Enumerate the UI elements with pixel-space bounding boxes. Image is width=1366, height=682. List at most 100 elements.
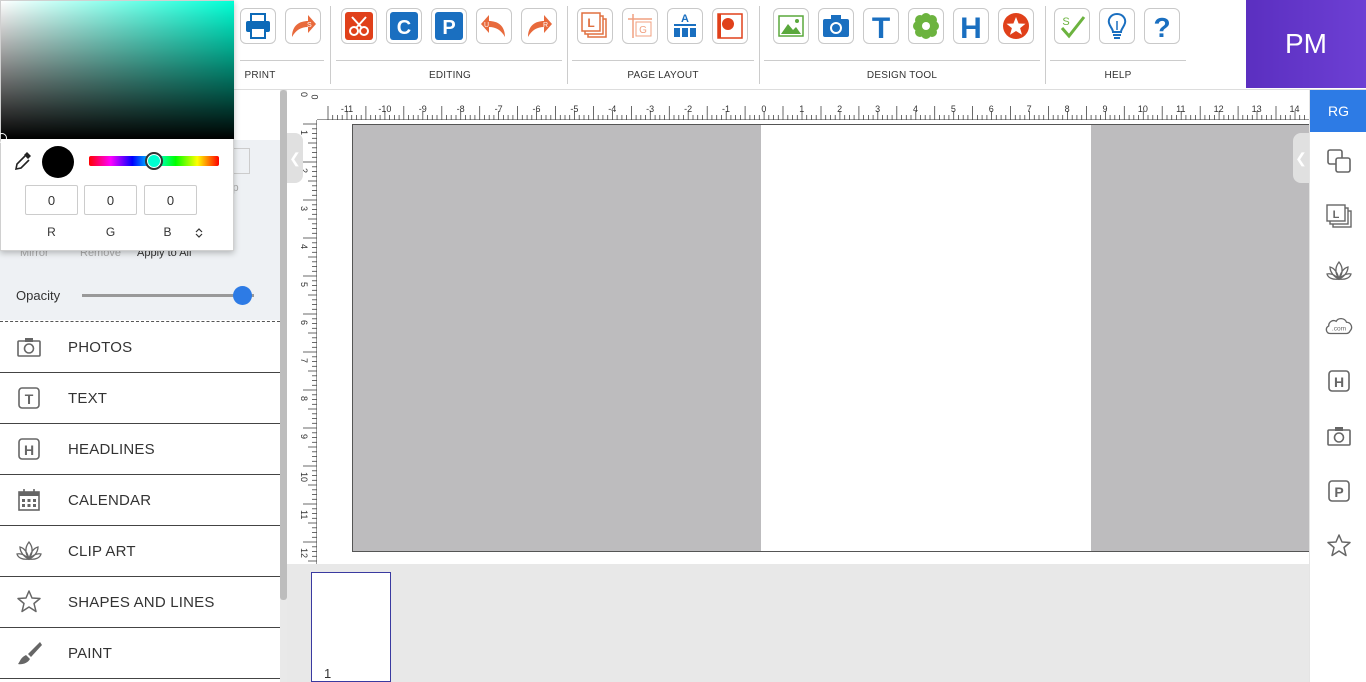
- lotus-icon[interactable]: [1324, 256, 1354, 286]
- ruler-tick-label: -10: [378, 104, 392, 114]
- help-group-label: HELP: [1104, 70, 1132, 81]
- spellcheck-button[interactable]: S: [1054, 8, 1090, 44]
- undo-button[interactable]: U: [476, 8, 512, 44]
- image-button[interactable]: [773, 8, 809, 44]
- menu-item-clip-art[interactable]: CLIP ART: [0, 526, 280, 577]
- layers-icon[interactable]: L: [1324, 201, 1354, 231]
- background-button[interactable]: [712, 8, 748, 44]
- svg-text:R: R: [543, 22, 548, 29]
- text-t-icon: T: [872, 12, 890, 41]
- svg-text:H: H: [1334, 374, 1344, 390]
- photo-button[interactable]: [818, 8, 854, 44]
- duplicate-icon[interactable]: [1324, 146, 1354, 176]
- headline-h-icon: H: [960, 12, 982, 41]
- tips-button[interactable]: [1099, 8, 1135, 44]
- blue-input[interactable]: 0: [144, 185, 197, 215]
- menu-item-paint[interactable]: PAINT: [0, 628, 280, 679]
- paste-p-icon: P: [435, 12, 463, 40]
- user-avatar[interactable]: PM: [1246, 0, 1366, 88]
- clipart-button[interactable]: [908, 8, 944, 44]
- opacity-slider-handle[interactable]: [232, 286, 252, 305]
- share-button[interactable]: S: [285, 8, 321, 44]
- background-icon: [717, 13, 743, 39]
- ruler-tick-label: 14: [1289, 104, 1300, 114]
- zoom-out-button[interactable]: [324, 540, 342, 544]
- layers-button[interactable]: L: [577, 8, 613, 44]
- print-group-label: PRINT: [244, 70, 276, 81]
- star-outline-icon[interactable]: [1324, 531, 1354, 561]
- ruler-tick-label: -4: [608, 104, 617, 114]
- vertical-ruler: 0 1 2 3 4 5 6 7 8 9 10 11 12: [287, 92, 317, 564]
- green-input[interactable]: 0: [84, 185, 137, 215]
- ruler-ticks: [327, 106, 1305, 120]
- camera-icon: [15, 333, 43, 361]
- ruler-tick-label: 6: [299, 320, 309, 326]
- print-group-line: [240, 60, 324, 61]
- menu-item-label: HEADLINES: [68, 440, 155, 458]
- chevron-left-icon: ❮: [1295, 149, 1307, 166]
- opacity-slider-track[interactable]: [82, 294, 254, 297]
- menu-item-text[interactable]: T TEXT: [0, 373, 280, 424]
- redo-r-icon: R: [528, 15, 552, 37]
- hue-slider-handle[interactable]: [145, 152, 163, 170]
- ruler-tick-label: 7: [299, 358, 309, 364]
- svg-text:H: H: [960, 12, 982, 41]
- page-thumbnail[interactable]: 1: [311, 572, 391, 682]
- cloud-com-icon[interactable]: .com: [1324, 311, 1354, 341]
- eyedropper-icon[interactable]: [14, 151, 32, 176]
- menu-item-shapes-and-lines[interactable]: SHAPES AND LINES: [0, 577, 280, 628]
- ruler-tick-label: 0: [299, 92, 309, 98]
- print-button[interactable]: [240, 8, 276, 44]
- menu-item-photos[interactable]: PHOTOS: [0, 322, 280, 373]
- help-button[interactable]: ?: [1144, 8, 1180, 44]
- redo-button[interactable]: R: [521, 8, 557, 44]
- printer-icon: [246, 13, 270, 39]
- right-sidebar: RG L .com H P: [1309, 90, 1366, 682]
- svg-text:S: S: [1062, 16, 1069, 28]
- svg-text:T: T: [872, 12, 890, 41]
- saturation-value-area[interactable]: [1, 1, 234, 139]
- collapse-right-panel-button[interactable]: ❮: [1293, 133, 1309, 183]
- menu-item-label: CALENDAR: [68, 491, 152, 509]
- ruler-tick-label: 5: [299, 282, 309, 288]
- left-panel-scrollbar[interactable]: [280, 90, 287, 682]
- headline-h-icon[interactable]: H: [1324, 366, 1354, 396]
- shapes-button[interactable]: [998, 8, 1034, 44]
- paste-p-icon[interactable]: P: [1324, 476, 1354, 506]
- scrollbar-thumb[interactable]: [280, 90, 287, 600]
- ruler-tick-label: 4: [912, 104, 919, 114]
- ruler-tick-label: 5: [950, 104, 956, 114]
- page-sheet[interactable]: [761, 125, 1091, 551]
- paste-button[interactable]: P: [431, 8, 467, 44]
- rg-button[interactable]: RG: [1310, 90, 1366, 132]
- collapse-left-panel-button[interactable]: ❮: [287, 133, 303, 183]
- ruler-tick-label: 11: [1176, 104, 1186, 114]
- ruler-tick-label: -6: [532, 104, 541, 114]
- headline-button[interactable]: H: [953, 8, 989, 44]
- scissors-icon: [345, 12, 373, 40]
- layers-l-icon: L: [581, 12, 607, 38]
- align-button[interactable]: A: [667, 8, 703, 44]
- camera-icon[interactable]: [1324, 421, 1354, 451]
- red-input[interactable]: 0: [25, 185, 78, 215]
- menu-item-label: TEXT: [68, 389, 108, 407]
- text-button[interactable]: T: [863, 8, 899, 44]
- menu-item-calendar[interactable]: CALENDAR: [0, 475, 280, 526]
- svg-text:L: L: [587, 16, 594, 30]
- grid-button[interactable]: G: [622, 8, 658, 44]
- copy-button[interactable]: C: [386, 8, 422, 44]
- design-tool-group-line: [764, 60, 1040, 61]
- cut-button[interactable]: [341, 8, 377, 44]
- ruler-tick-label: 12: [1213, 104, 1224, 114]
- zoom-in-button[interactable]: +: [324, 513, 339, 539]
- saturation-value-handle[interactable]: [0, 133, 7, 143]
- ruler-tick-label: 7: [1026, 104, 1032, 114]
- workspace[interactable]: [352, 124, 1309, 552]
- menu-item-headlines[interactable]: H HEADLINES: [0, 424, 280, 475]
- question-icon: ?: [1153, 12, 1170, 41]
- mode-toggle-icon[interactable]: [195, 226, 203, 244]
- svg-text:P: P: [442, 17, 455, 39]
- menu-item-label: PHOTOS: [68, 338, 133, 356]
- copy-c-icon: C: [390, 12, 418, 40]
- ruler-tick-label: -2: [684, 104, 693, 114]
